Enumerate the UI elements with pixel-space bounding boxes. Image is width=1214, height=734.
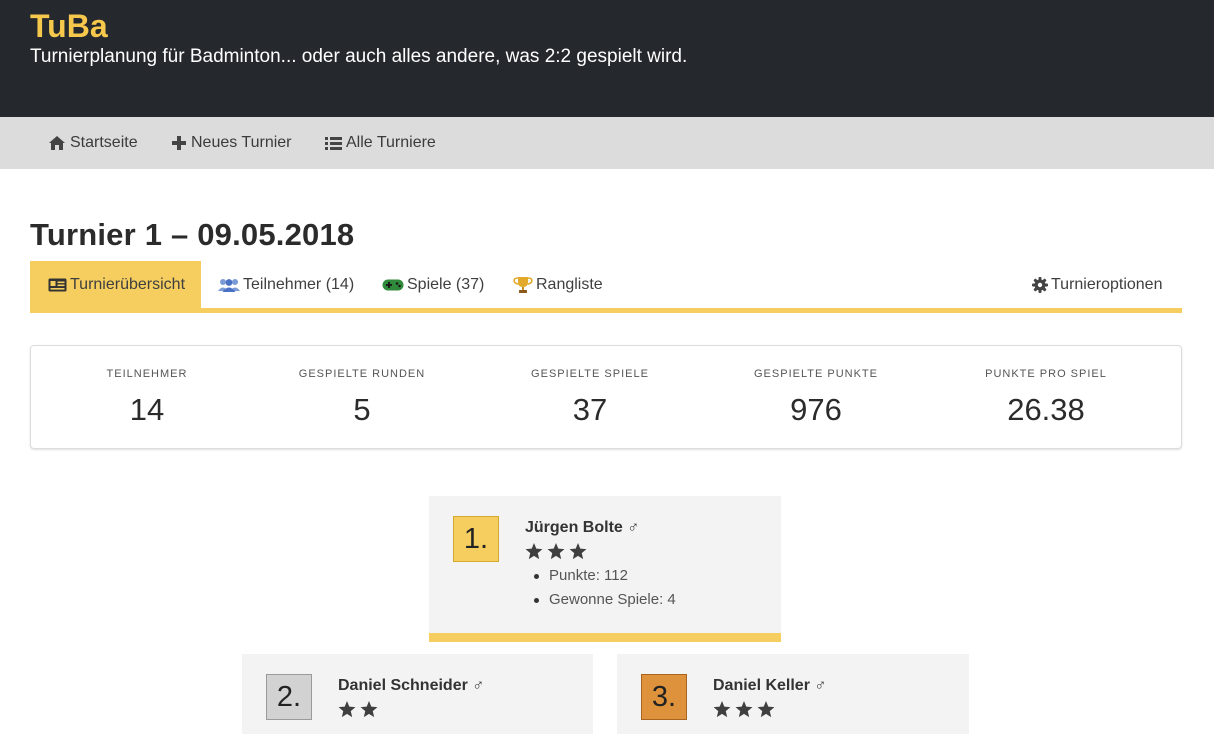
nav-neues-turnier[interactable]: Neues Turnier: [171, 117, 292, 169]
star-icon: [525, 543, 543, 560]
star-icon: [547, 543, 565, 560]
podium-second-place: 2. Daniel Schneider ♂: [242, 654, 593, 734]
star-icon: [713, 701, 731, 718]
tab-bar: Turnierübersicht Teilnehmer (14) Spiele …: [30, 261, 1182, 308]
tab-rangliste[interactable]: Rangliste: [513, 261, 603, 308]
list-icon: [325, 136, 342, 150]
nav-label: Alle Turniere: [346, 134, 436, 151]
nav-label: Startseite: [70, 134, 138, 151]
gear-icon: [1032, 276, 1048, 293]
player-name: Daniel Schneider ♂: [338, 677, 485, 694]
star-icon: [338, 701, 356, 718]
stat-value: 5: [353, 392, 371, 427]
tab-turnieroptionen[interactable]: Turnieroptionen: [1032, 261, 1162, 308]
plus-icon: [172, 136, 186, 150]
tab-label: Teilnehmer (14): [243, 275, 355, 293]
stat-label: Gespielte Runden: [298, 368, 426, 380]
stat-label: Teilnehmer: [106, 368, 188, 380]
users-icon: [218, 278, 240, 292]
stat-value: 37: [572, 392, 608, 427]
skill-stars: [525, 543, 587, 560]
skill-stars: [338, 701, 378, 718]
podium-first-place: 1. Jürgen Bolte ♂ Punkte: 112 Gewonne Sp…: [429, 496, 781, 642]
tab-spiele[interactable]: Spiele (37): [382, 261, 484, 308]
stats-panel: Teilnehmer 14 Gespielte Runden 5 Gespiel…: [30, 345, 1182, 449]
stat-label: Punkte pro Spiel: [985, 368, 1107, 380]
id-card-icon: [48, 278, 67, 291]
tab-turnieruebersicht[interactable]: Turnierübersicht: [30, 261, 202, 308]
stat-label: Gespielte Punkte: [754, 368, 878, 380]
brand-tagline: Turnierplanung für Badminton... oder auc…: [30, 46, 688, 67]
nav-alle-turniere[interactable]: Alle Turniere: [325, 117, 436, 169]
star-icon: [360, 701, 378, 718]
page-title: Turnier 1 – 09.05.2018: [30, 217, 355, 252]
player-details: Punkte: 112 Gewonne Spiele: 4: [525, 564, 676, 612]
skill-stars: [713, 701, 775, 718]
player-wins: Gewonne Spiele: 4: [525, 588, 676, 612]
gamepad-icon: [382, 279, 404, 290]
stat-value: 976: [790, 392, 842, 427]
nav-startseite[interactable]: Startseite: [48, 117, 138, 169]
star-icon: [757, 701, 775, 718]
podium-third-place: 3. Daniel Keller ♂: [617, 654, 969, 734]
player-name: Jürgen Bolte ♂: [525, 519, 640, 536]
tab-label: Turnieroptionen: [1051, 275, 1163, 293]
rank-badge-bronze: 3.: [641, 674, 687, 720]
brand-title[interactable]: TuBa: [30, 8, 108, 45]
stat-value: 26.38: [1007, 392, 1085, 427]
star-icon: [569, 543, 587, 560]
tab-underline: [30, 308, 1182, 313]
nav-label: Neues Turnier: [191, 134, 292, 151]
player-name: Daniel Keller ♂: [713, 677, 827, 694]
player-points: Punkte: 112: [525, 564, 676, 588]
tab-label: Turnierübersicht: [70, 275, 186, 293]
top-navigation: Startseite Neues Turnier Alle Turniere: [0, 117, 1214, 169]
stat-value: 14: [129, 392, 165, 427]
app-header: TuBa Turnierplanung für Badminton... ode…: [0, 0, 1214, 117]
star-icon: [735, 701, 753, 718]
tab-label: Spiele (37): [407, 275, 485, 293]
rank-badge-gold: 1.: [453, 516, 499, 562]
tab-label: Rangliste: [536, 275, 603, 293]
gold-bar: [429, 633, 781, 642]
stat-label: Gespielte Spiele: [531, 368, 649, 380]
tab-teilnehmer[interactable]: Teilnehmer (14): [218, 261, 354, 308]
rank-badge-silver: 2.: [266, 674, 312, 720]
home-icon: [49, 136, 65, 150]
trophy-icon: [513, 276, 533, 293]
